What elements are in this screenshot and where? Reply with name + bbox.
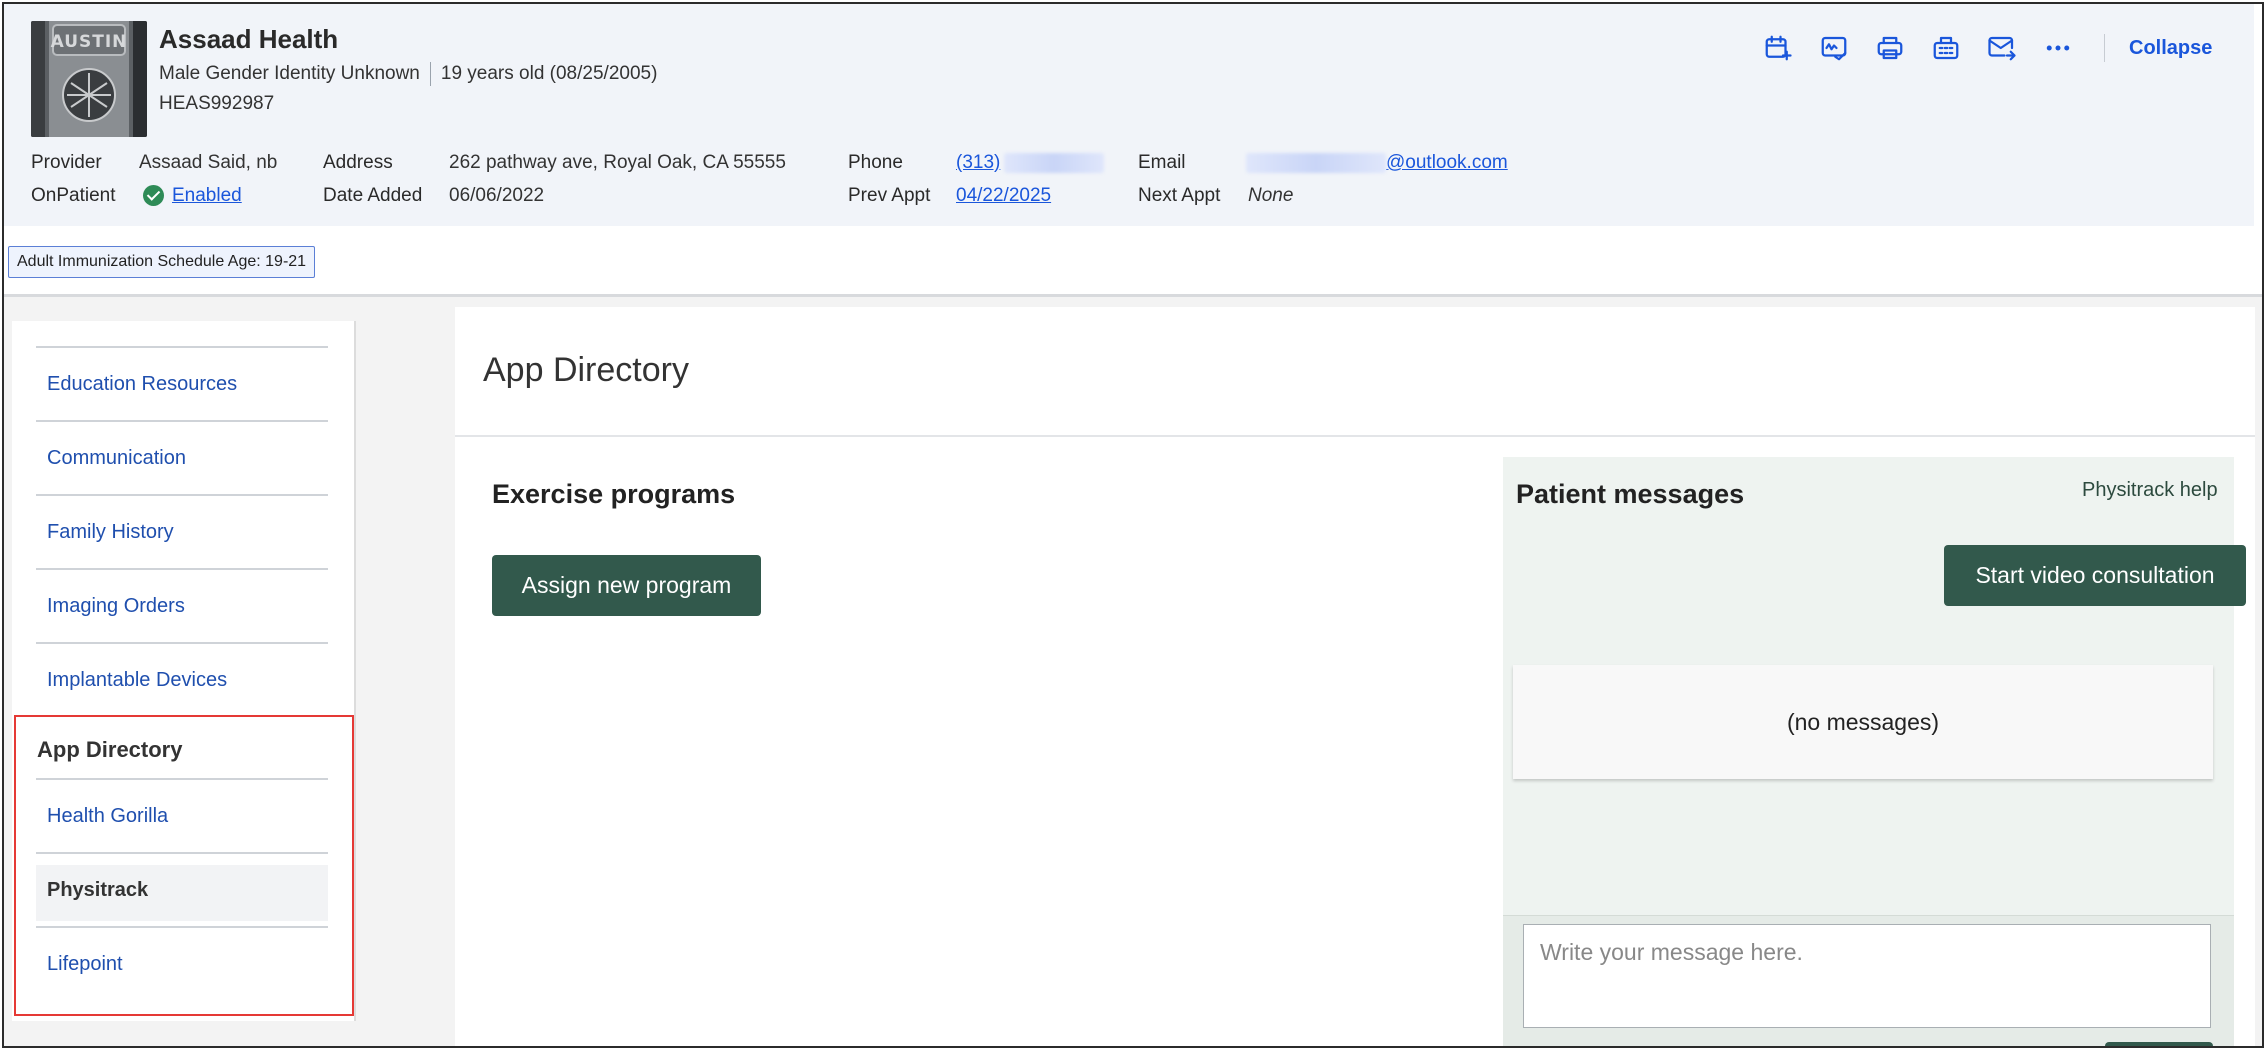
address-value: 262 pathway ave, Royal Oak, CA 55555 [449,152,786,173]
sidebar-nav: Education Resources Communication Family… [12,321,356,1021]
email-link[interactable]: @outlook.com [1386,152,1508,173]
no-messages-text: (no messages) [1786,708,1940,735]
redacted-phone [1004,152,1105,173]
page-title: App Directory [483,351,689,389]
date-added-label: Date Added [323,185,423,206]
email-label: Email [1138,152,1186,173]
patient-id: HEAS992987 [159,93,275,114]
patient-messages-title: Patient messages [1516,479,1745,509]
app-window: AUSTIN Assaad Health Male Gender Identit… [2,2,2264,1048]
phone-link[interactable]: (313) [956,152,1000,173]
collapse-button[interactable]: Collapse [2129,37,2212,60]
sidebar-item-education-resources[interactable]: Education Resources [47,373,237,396]
printer-icon[interactable] [1872,30,1908,66]
sidebar-item-imaging-orders[interactable]: Imaging Orders [47,595,185,618]
phone-value: (313) [956,152,1105,174]
prev-appt-label: Prev Appt [848,185,931,206]
sidebar-item-health-gorilla[interactable]: Health Gorilla [47,805,168,828]
send-message-button[interactable] [2105,1042,2213,1046]
prev-appt-date[interactable]: 04/22/2025 [956,185,1051,206]
phone-label: Phone [848,152,903,173]
messages-list: (no messages) [1513,665,2213,779]
redacted-email [1246,152,1386,173]
body-area: Education Resources Communication Family… [4,297,2262,1046]
sidebar-divider [36,346,328,348]
onpatient-status: Enabled [143,185,242,207]
separator [429,62,431,86]
compose-bar [1503,915,2234,1046]
next-appt-label: Next Appt [1138,185,1221,206]
svg-text:AUSTIN: AUSTIN [51,32,128,52]
email-value: @outlook.com [1246,152,1508,174]
date-added-value: 06/06/2022 [449,185,545,206]
provider-label: Provider [31,152,102,173]
prev-appt-link: 04/22/2025 [956,185,1051,207]
sidebar-divider [36,420,328,422]
calendar-add-icon[interactable] [1760,30,1796,66]
sidebar-item-family-history[interactable]: Family History [47,521,174,544]
exercise-programs-title: Exercise programs [492,479,736,509]
avatar-image: AUSTIN [31,21,147,137]
next-appt-value: None [1248,185,1294,206]
main-panel: App Directory Exercise programs Assign n… [455,307,2255,1046]
sidebar-item-implantable-devices[interactable]: Implantable Devices [47,669,227,692]
onpatient-enabled-link[interactable]: Enabled [172,185,242,206]
sidebar-heading-app-directory[interactable]: App Directory [37,737,182,763]
sidebar-divider [36,852,328,854]
sidebar-divider [36,778,328,780]
toolbar-divider [2104,34,2105,62]
sidebar-divider [36,926,328,928]
patient-demographics: Male Gender Identity Unknown 19 years old… [159,62,657,86]
start-video-consultation-button[interactable]: Start video consultation [1944,545,2246,606]
patient-header: AUSTIN Assaad Health Male Gender Identit… [4,4,2254,226]
sidebar-divider [36,494,328,496]
title-divider [455,435,2255,437]
sidebar-item-lifepoint[interactable]: Lifepoint [47,953,123,976]
physitrack-help-link[interactable]: Physitrack help [2082,479,2218,502]
fax-icon[interactable] [1928,30,1964,66]
check-circle-icon [143,185,164,207]
age-text: 19 years old (08/25/2005) [440,63,658,85]
address-label: Address [323,152,393,173]
onpatient-label: OnPatient [31,185,116,206]
more-options-icon[interactable] [2040,30,2076,66]
message-input[interactable] [1523,924,2211,1028]
gender-text: Male Gender Identity Unknown [159,63,420,85]
patient-avatar: AUSTIN [31,21,147,137]
sidebar-divider [36,642,328,644]
sidebar-divider [36,568,328,570]
immunization-schedule-tag[interactable]: Adult Immunization Schedule Age: 19-21 [8,246,316,278]
patient-name: Assaad Health [159,24,339,54]
provider-value: Assaad Said, nb [139,152,278,173]
sidebar-item-physitrack-label: Physitrack [47,879,149,901]
alert-tag-row: Adult Immunization Schedule Age: 19-21 [4,226,2262,294]
signature-check-icon[interactable] [1816,30,1852,66]
assign-new-program-button[interactable]: Assign new program [492,555,761,616]
email-send-icon[interactable] [1984,30,2020,66]
patient-toolbar: Collapse [1760,28,2212,68]
sidebar-item-communication[interactable]: Communication [47,447,186,470]
patient-messages-panel: Patient messages Physitrack help Start v… [1503,457,2246,1046]
